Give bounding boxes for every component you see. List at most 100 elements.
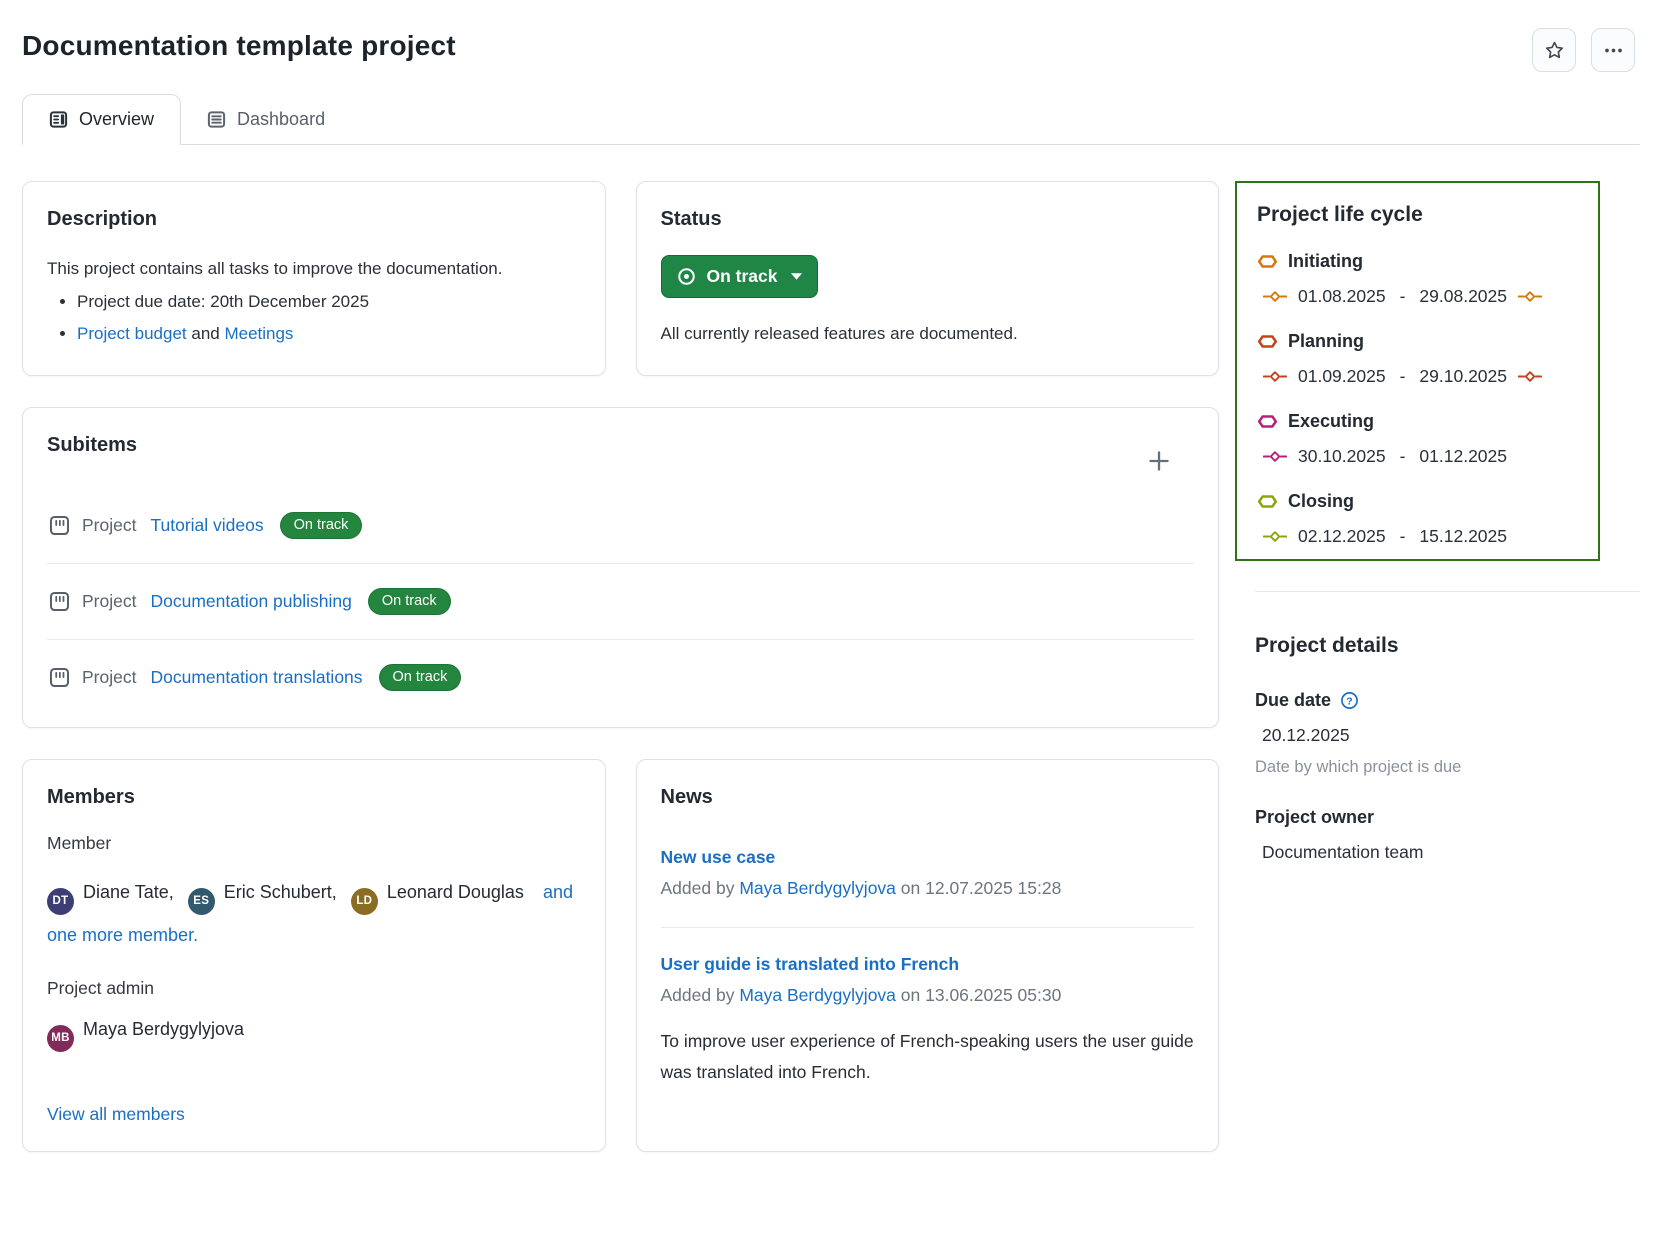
phase-dates: 02.12.2025 - 15.12.2025 — [1263, 526, 1578, 547]
member-role-label: Member — [47, 833, 581, 854]
news-author-link[interactable]: Maya Berdygylyjova — [739, 985, 896, 1005]
subitem-row: Project Documentation translations On tr… — [47, 639, 1194, 715]
more-actions-button[interactable] — [1591, 28, 1635, 72]
milestone-diamond-icon — [1263, 370, 1287, 383]
page-header: Documentation template project — [22, 26, 1640, 72]
due-date-label: Due date — [1255, 690, 1640, 711]
tab-dashboard[interactable]: Dashboard — [181, 95, 351, 144]
tab-overview-label: Overview — [79, 109, 154, 130]
subitem-type: Project — [49, 515, 136, 536]
lifecycle-phase: Executing 30.10.2025 - 01.12.2025 — [1257, 411, 1578, 467]
news-item-link[interactable]: User guide is translated into French — [661, 954, 960, 975]
phase-name: Initiating — [1288, 251, 1363, 272]
subitem-row: Project Documentation publishing On trac… — [47, 563, 1194, 639]
bullet-connector: and — [187, 324, 225, 343]
due-date-help-text: Date by which project is due — [1255, 758, 1640, 777]
favorite-button[interactable] — [1532, 28, 1576, 72]
lifecycle-phase: Planning 01.09.2025 - 29.10.2025 — [1257, 331, 1578, 387]
milestone-diamond-icon — [1518, 370, 1542, 383]
tab-dashboard-label: Dashboard — [237, 109, 325, 130]
phase-dates: 30.10.2025 - 01.12.2025 — [1263, 446, 1578, 467]
tab-bar: Overview Dashboard — [22, 94, 1640, 145]
admin-member: MB Maya Berdygylyjova — [47, 1019, 581, 1052]
status-card: Status On track All currently released f… — [636, 181, 1220, 376]
status-dropdown-button[interactable]: On track — [661, 255, 818, 298]
member: DTDiane Tate, — [47, 882, 174, 902]
member: LDLeonard Douglas — [351, 882, 524, 902]
project-details-title: Project details — [1255, 634, 1640, 658]
phase-dates: 01.09.2025 - 29.10.2025 — [1263, 366, 1578, 387]
news-item-link[interactable]: New use case — [661, 847, 776, 868]
description-bullet: Project due date: 20th December 2025 — [77, 286, 581, 317]
phase-end-date: 29.08.2025 — [1419, 286, 1507, 307]
avatar: LD — [351, 888, 378, 915]
description-card: Description This project contains all ta… — [22, 181, 606, 376]
chevron-down-icon — [791, 273, 802, 280]
project-overview-page: Documentation template project Overview — [0, 0, 1662, 1182]
phase-start-date: 01.08.2025 — [1298, 286, 1386, 307]
news-title: News — [661, 786, 1195, 809]
status-badge: On track — [379, 664, 462, 691]
phase-hexagon-icon — [1257, 494, 1278, 509]
project-board-icon — [49, 591, 70, 612]
help-icon[interactable] — [1340, 691, 1359, 710]
page-title: Documentation template project — [22, 30, 456, 62]
member-name: Eric Schubert — [224, 882, 332, 902]
status-note: All currently released features are docu… — [661, 324, 1195, 344]
phase-start-date: 01.09.2025 — [1298, 366, 1386, 387]
project-details-section: Project details Due date 20.12.2025 Date… — [1235, 634, 1640, 863]
project-owner-label: Project owner — [1255, 807, 1640, 828]
phase-end-date: 29.10.2025 — [1419, 366, 1507, 387]
subitem-row: Project Tutorial videos On track — [47, 488, 1194, 563]
subitems-card: Subitems Project Tutorial videos On trac… — [22, 407, 1219, 728]
news-author-link[interactable]: Maya Berdygylyjova — [739, 878, 896, 898]
subitem-list: Project Tutorial videos On track Project… — [47, 488, 1194, 715]
member-name: Diane Tate — [83, 882, 169, 902]
members-line: DTDiane Tate,ESEric Schubert,LDLeonard D… — [47, 872, 581, 956]
description-text: This project contains all tasks to impro… — [47, 253, 581, 284]
sidebar-divider — [1255, 591, 1640, 592]
member-name: Maya Berdygylyjova — [83, 1019, 244, 1039]
view-all-members-link[interactable]: View all members — [47, 1104, 185, 1125]
status-title: Status — [661, 208, 1195, 231]
plus-icon — [1148, 450, 1170, 472]
phase-name: Planning — [1288, 331, 1364, 352]
project-budget-link[interactable]: Project budget — [77, 324, 187, 343]
member-name: Leonard Douglas — [387, 882, 524, 902]
subitem-link[interactable]: Documentation translations — [150, 667, 362, 688]
due-date-value: 20.12.2025 — [1255, 725, 1640, 746]
phase-end-date: 15.12.2025 — [1419, 526, 1507, 547]
phase-start-date: 02.12.2025 — [1298, 526, 1386, 547]
subitem-link[interactable]: Documentation publishing — [150, 591, 351, 612]
project-board-icon — [49, 515, 70, 536]
project-board-icon — [49, 667, 70, 688]
avatar: MB — [47, 1025, 74, 1052]
add-subitem-button[interactable] — [1146, 448, 1172, 474]
description-list: Project due date: 20th December 2025 Pro… — [47, 286, 581, 349]
phase-hexagon-icon — [1257, 414, 1278, 429]
subitems-title: Subitems — [47, 434, 137, 457]
subitem-type: Project — [49, 667, 136, 688]
news-item: New use case Added by Maya Berdygylyjova… — [661, 821, 1195, 927]
status-on-track-icon — [677, 267, 696, 286]
phase-dates: 01.08.2025 - 29.08.2025 — [1263, 286, 1578, 307]
status-value: On track — [707, 266, 778, 287]
meetings-link[interactable]: Meetings — [224, 324, 293, 343]
tab-overview[interactable]: Overview — [22, 94, 181, 145]
sidebar: Project life cycle Initiating 01.08.2025… — [1235, 181, 1640, 1152]
news-item-body: To improve user experience of French-spe… — [661, 1026, 1195, 1087]
life-cycle-title: Project life cycle — [1257, 203, 1578, 227]
news-list: New use case Added by Maya Berdygylyjova… — [661, 821, 1195, 1115]
dashboard-icon — [207, 110, 226, 129]
lifecycle-phase: Closing 02.12.2025 - 15.12.2025 — [1257, 491, 1578, 547]
project-life-cycle-box: Project life cycle Initiating 01.08.2025… — [1235, 181, 1600, 561]
subitem-link[interactable]: Tutorial videos — [150, 515, 263, 536]
milestone-diamond-icon — [1518, 290, 1542, 303]
subitem-type: Project — [49, 591, 136, 612]
lifecycle-phase: Initiating 01.08.2025 - 29.08.2025 — [1257, 251, 1578, 307]
phase-name: Closing — [1288, 491, 1354, 512]
news-item-meta: Added by Maya Berdygylyjova on 12.07.202… — [661, 878, 1195, 899]
members-card: Members Member DTDiane Tate,ESEric Schub… — [22, 759, 606, 1152]
star-icon — [1543, 39, 1566, 62]
phase-name: Executing — [1288, 411, 1374, 432]
